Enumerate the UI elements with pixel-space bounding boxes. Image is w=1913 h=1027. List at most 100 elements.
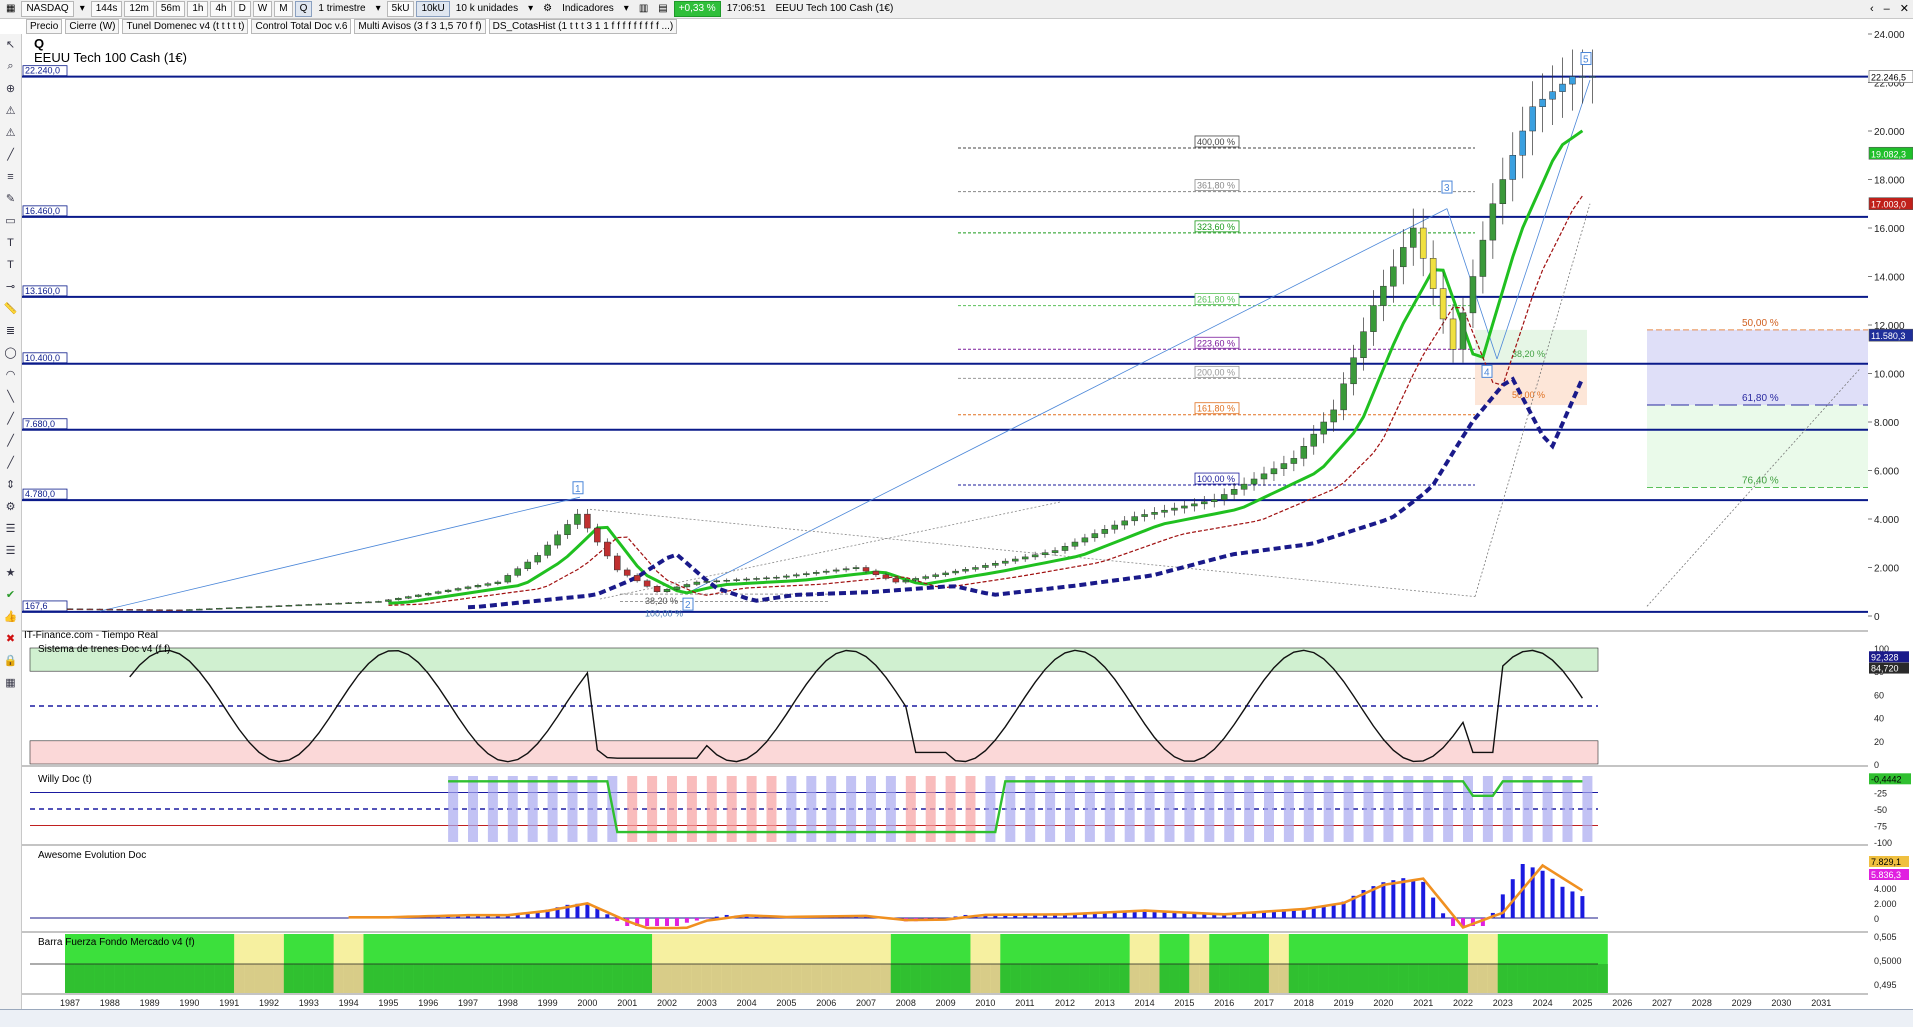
indicators-icon[interactable]: ⚙: [539, 2, 556, 16]
timeframe-q[interactable]: Q: [295, 1, 313, 17]
bottom-scrollbar[interactable]: [0, 1009, 1913, 1027]
zoom-icon[interactable]: ⌕: [2, 58, 19, 75]
barra-segment-lower: [1388, 964, 1399, 993]
wave-label-box: [683, 598, 693, 610]
thumbs-up-icon[interactable]: 👍: [2, 608, 19, 625]
app-menu-icon[interactable]: ▦: [2, 2, 19, 16]
barra-segment: [1160, 934, 1171, 993]
awesome-bar: [884, 918, 888, 919]
timeframe-d[interactable]: D: [234, 1, 251, 17]
list-icon[interactable]: ☰: [2, 542, 19, 559]
minimize-icon[interactable]: –: [1880, 2, 1894, 16]
grid-icon[interactable]: ▦: [2, 674, 19, 691]
barra-segment-lower: [1329, 964, 1340, 993]
awesome-bar: [695, 918, 699, 921]
timeframe-w[interactable]: W: [253, 1, 272, 17]
ellipse-icon[interactable]: ◯: [2, 344, 19, 361]
candle-body: [833, 570, 839, 571]
list-icon[interactable]: ☰: [2, 520, 19, 537]
pencil-icon[interactable]: ✎: [2, 190, 19, 207]
arc-icon[interactable]: ◠: [2, 366, 19, 383]
indicators-button[interactable]: Indicadores: [558, 2, 618, 16]
measure-icon[interactable]: ⊸: [2, 278, 19, 295]
barra-segment-lower: [264, 964, 275, 993]
scale-icon[interactable]: ⇕: [2, 476, 19, 493]
tab-control-total[interactable]: Control Total Doc v.6: [251, 19, 351, 34]
timeframe-12m[interactable]: 12m: [124, 1, 153, 17]
barra-segment: [821, 934, 832, 993]
period-select[interactable]: 1 trimestre: [314, 2, 369, 16]
channel-icon[interactable]: ≡: [2, 168, 19, 185]
units-select[interactable]: 10 k unidades: [452, 2, 522, 16]
tab-multi-avisos[interactable]: Multi Avisos (3 f 3 1,5 70 f f): [354, 19, 485, 34]
chevron-down-icon[interactable]: ▾: [620, 2, 633, 16]
awesome-bar: [874, 917, 878, 918]
line-icon[interactable]: ╱: [2, 454, 19, 471]
chevron-down-icon[interactable]: ▾: [372, 2, 385, 16]
zoom-area-icon[interactable]: ⊕: [2, 80, 19, 97]
barra-segment: [204, 934, 215, 993]
barra-segment-lower: [234, 964, 245, 993]
line-icon[interactable]: ╱: [2, 410, 19, 427]
candle-body: [893, 578, 899, 582]
barra-segment: [165, 934, 176, 993]
candle-body: [664, 589, 670, 591]
candle-body: [515, 569, 521, 576]
fibonacci-icon[interactable]: ≣: [2, 322, 19, 339]
barra-segment: [513, 934, 524, 993]
barra-segment: [473, 934, 484, 993]
settings-icon[interactable]: ⚙: [2, 498, 19, 515]
close-icon[interactable]: ✕: [1896, 2, 1913, 16]
lock-icon[interactable]: 🔒: [2, 652, 19, 669]
units-5k-button[interactable]: 5kU: [387, 1, 415, 17]
text-box-icon[interactable]: T: [2, 256, 19, 273]
barra-segment-lower: [1458, 964, 1469, 993]
barra-segment-lower: [553, 964, 564, 993]
trendline-icon[interactable]: ╱: [2, 146, 19, 163]
chart-area[interactable]: Q EEUU Tech 100 Cash (1€) 24.00022.00020…: [0, 0, 1913, 1026]
barra-segment: [563, 934, 574, 993]
timeframe-56m[interactable]: 56m: [156, 1, 185, 17]
line-icon[interactable]: ╱: [2, 432, 19, 449]
zone-label: 61,80 %: [1742, 393, 1779, 404]
timeframe-144s[interactable]: 144s: [91, 1, 123, 17]
market-select[interactable]: NASDAQ: [21, 1, 73, 17]
delete-icon[interactable]: ✖: [2, 630, 19, 647]
timeframe-m[interactable]: M: [274, 1, 292, 17]
fib-label-box: [1195, 473, 1239, 484]
tab-cotas-hist[interactable]: DS_CotasHist (1 t t t 3 1 1 f f f f f f …: [489, 19, 678, 34]
chevron-down-icon[interactable]: ▾: [524, 2, 537, 16]
fib-label: 200,00 %: [1197, 367, 1235, 377]
awesome-bar: [844, 916, 848, 918]
chevron-down-icon[interactable]: ▾: [76, 2, 89, 16]
text-icon[interactable]: T: [2, 234, 19, 251]
bars-icon[interactable]: ▤: [654, 2, 671, 16]
rectangle-icon[interactable]: ▭: [2, 212, 19, 229]
barra-segment: [1239, 934, 1250, 993]
tab-cierre[interactable]: Cierre (W): [65, 19, 119, 34]
units-10k-button[interactable]: 10kU: [416, 1, 449, 17]
barra-segment-lower: [1299, 964, 1310, 993]
warning-icon[interactable]: ⚠: [2, 102, 19, 119]
timeframe-1h[interactable]: 1h: [187, 1, 208, 17]
candle-body: [873, 571, 879, 575]
bars-icon[interactable]: ▥: [635, 2, 652, 16]
willy-bar: [767, 776, 777, 842]
barra-segment: [612, 934, 623, 993]
star-icon[interactable]: ★: [2, 564, 19, 581]
awesome-bar: [1541, 871, 1545, 918]
chevron-left-icon[interactable]: ‹: [1866, 2, 1878, 16]
line-icon[interactable]: ╲: [2, 388, 19, 405]
tab-tunel[interactable]: Tunel Domenec v4 (t t t t t): [122, 19, 248, 34]
candle-body: [1281, 464, 1287, 469]
awesome-bar: [914, 918, 918, 921]
timeframe-4h[interactable]: 4h: [210, 1, 231, 17]
awesome-bar: [993, 915, 997, 918]
cursor-icon[interactable]: ↖: [2, 36, 19, 53]
check-icon[interactable]: ✔: [2, 586, 19, 603]
alert-icon[interactable]: ⚠: [2, 124, 19, 141]
willy-bar: [1383, 776, 1393, 842]
ruler-icon[interactable]: 📏: [2, 300, 19, 317]
tab-precio[interactable]: Precio: [26, 19, 62, 34]
panel-axis-label: 20: [1874, 737, 1884, 747]
